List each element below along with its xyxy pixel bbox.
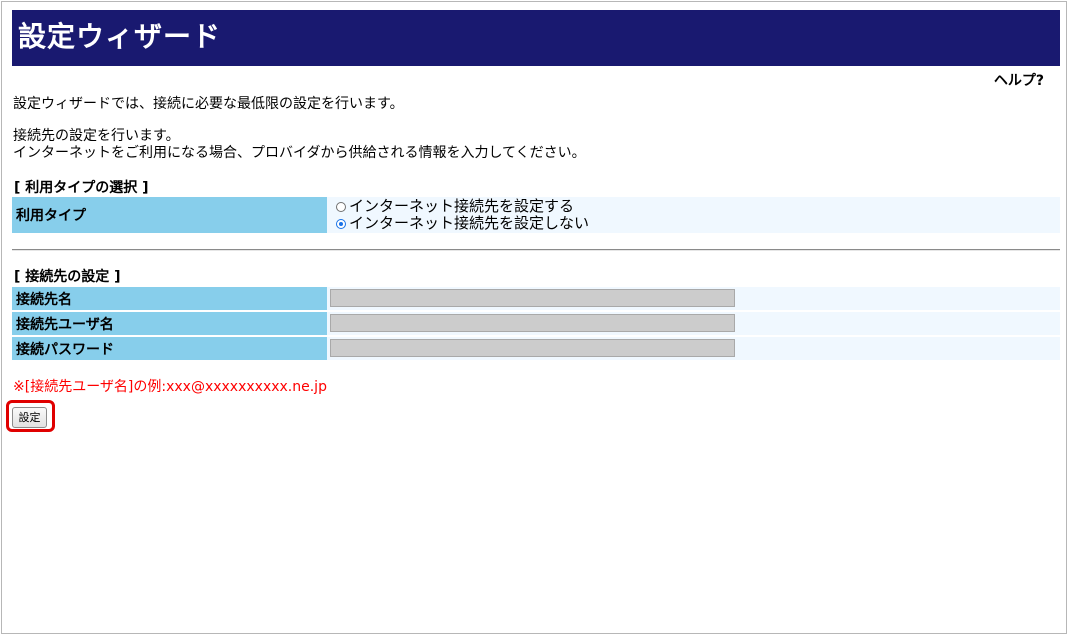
usage-section-title: [ 利用タイプの選択 ] <box>14 180 149 196</box>
connection-password-row: 接続パスワード <box>12 337 1060 360</box>
radio-button-set[interactable] <box>336 201 346 212</box>
connection-section-title: [ 接続先の設定 ] <box>14 269 121 285</box>
radio-option-not-set[interactable]: インターネット接続先を設定しない <box>336 215 589 232</box>
help-link[interactable]: ヘルプ? <box>994 70 1044 90</box>
radio-label-not-set[interactable]: インターネット接続先を設定しない <box>349 215 589 232</box>
section-divider <box>12 249 1060 251</box>
page-title: 設定ウィザード <box>18 20 222 53</box>
radio-option-set[interactable]: インターネット接続先を設定する <box>336 198 589 215</box>
usage-type-row: 利用タイプ インターネット接続先を設定する インターネット接続先を設定しない <box>12 197 1060 233</box>
connection-user-row: 接続先ユーザ名 <box>12 312 1060 335</box>
username-example-note: ※[接続先ユーザ名]の例:xxx@xxxxxxxxxx.ne.jp <box>13 379 327 395</box>
radio-button-not-set[interactable] <box>336 218 346 229</box>
description-line-1: 接続先の設定を行います。 <box>13 128 180 144</box>
connection-name-label: 接続先名 <box>12 287 327 310</box>
connection-name-input[interactable] <box>330 289 735 307</box>
page-frame: 設定ウィザード ヘルプ? 設定ウィザードでは、接続に必要な最低限の設定を行います… <box>1 1 1067 634</box>
radio-label-set[interactable]: インターネット接続先を設定する <box>349 198 574 215</box>
connection-password-label: 接続パスワード <box>12 337 327 360</box>
description-line-2: インターネットをご利用になる場合、プロバイダから供給される情報を入力してください… <box>13 145 586 161</box>
usage-type-radio-group: インターネット接続先を設定する インターネット接続先を設定しない <box>336 198 589 232</box>
submit-button[interactable]: 設定 <box>12 407 47 428</box>
connection-user-label: 接続先ユーザ名 <box>12 312 327 335</box>
page-header: 設定ウィザード <box>12 10 1060 66</box>
connection-user-input[interactable] <box>330 314 735 332</box>
connection-password-input[interactable] <box>330 339 735 357</box>
intro-text: 設定ウィザードでは、接続に必要な最低限の設定を行います。 <box>13 96 404 112</box>
connection-name-row: 接続先名 <box>12 287 1060 310</box>
usage-type-label: 利用タイプ <box>12 197 327 233</box>
